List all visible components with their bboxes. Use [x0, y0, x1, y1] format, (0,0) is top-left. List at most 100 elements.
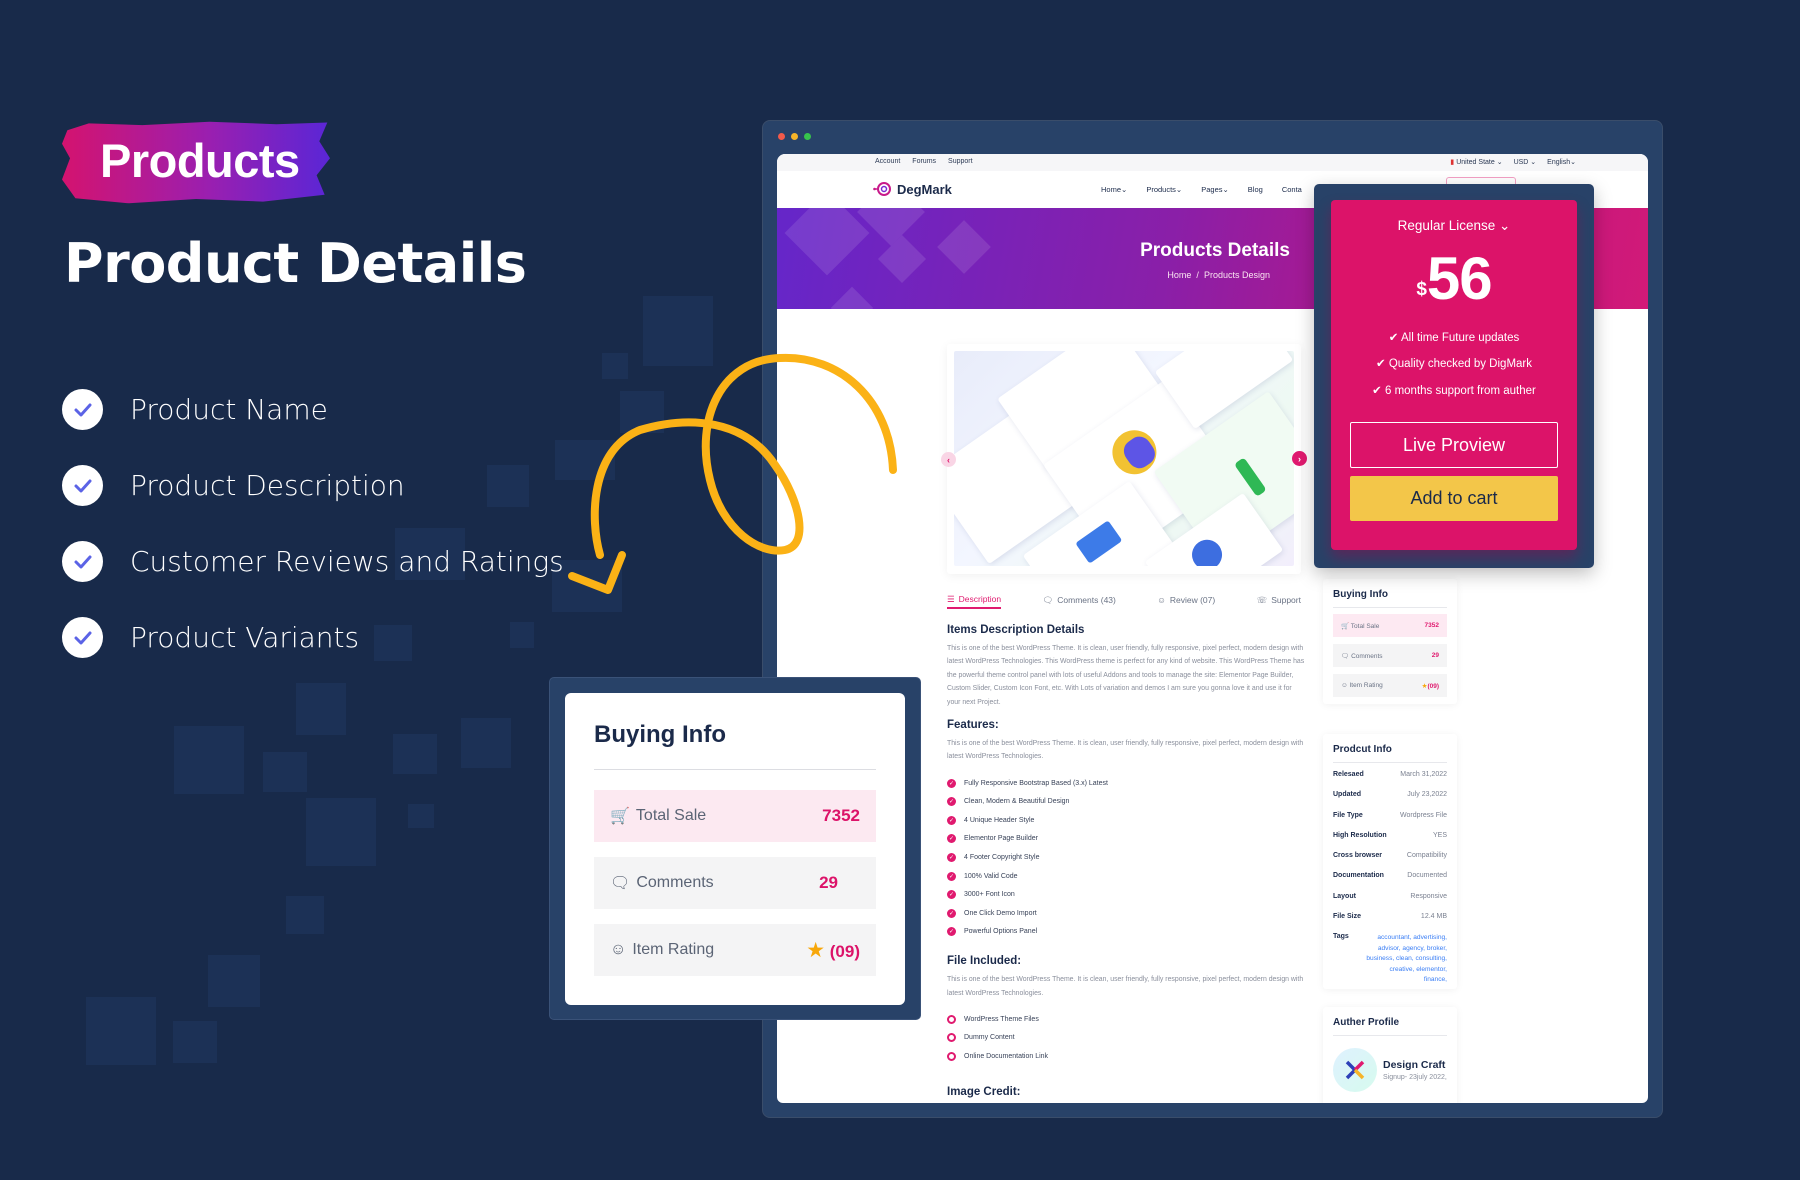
live-preview-button[interactable]: Live Proview	[1350, 422, 1558, 468]
decor-square	[408, 804, 434, 828]
breadcrumb-current: Products Design	[1203, 270, 1270, 280]
author-signup: Signup- 23july 2022,	[1383, 1074, 1447, 1081]
window-controls	[778, 133, 811, 140]
perk-item: ✔ All time Future updates	[1388, 332, 1520, 344]
tags-row: Tags accountant, advertising, advisor, a…	[1333, 933, 1447, 985]
tab-description[interactable]: ☰ Description	[947, 591, 1002, 609]
ring-bullet-icon	[947, 1014, 956, 1024]
file-item: Online Documentation Link	[947, 1047, 1307, 1066]
checklist-item: Product Name	[62, 389, 564, 430]
perk-item: ✔ 6 months support from auther	[1372, 384, 1536, 397]
logo-text: DegMark	[897, 181, 952, 197]
language-select[interactable]: English⌄	[1547, 158, 1576, 166]
rating-icon: ☺	[610, 941, 627, 958]
carousel-next-button[interactable]: ›	[1292, 451, 1307, 466]
buying-info-popup: Buying Info 🛒 Total Sale 7352 🗨 Comments 2…	[565, 693, 905, 1005]
decor-square	[286, 896, 324, 934]
author-name[interactable]: Design Craft	[1383, 1059, 1447, 1071]
author-logo-icon	[1345, 1060, 1365, 1080]
tab-support[interactable]: ☏ Support	[1257, 591, 1301, 609]
decor-square	[173, 1021, 217, 1063]
features-heading: Features:	[947, 719, 999, 732]
check-circle-icon: ✓	[947, 853, 956, 863]
decor-square	[174, 726, 244, 794]
info-row: Cross browser Compatibility	[1333, 852, 1447, 860]
description-text: This is one of the best WordPress Theme.…	[947, 645, 1305, 706]
sidebar-buying-info: Buying Info 🛒 Total Sale 7352 🗨 Comments…	[1323, 579, 1457, 704]
layers-icon: ☰	[947, 593, 955, 604]
sidebar-total-sale: 🛒 Total Sale 7352	[1333, 614, 1447, 637]
checklist-label: Product Name	[130, 393, 328, 426]
comments-row: 🗨 Comments 29	[594, 857, 876, 909]
files-list: WordPress Theme Files Dummy Content Onli…	[947, 1010, 1307, 1066]
tag-links[interactable]: accountant, advertising, advisor, agency…	[1365, 933, 1447, 985]
pricing-perks: ✔ All time Future updates ✔ Quality chec…	[1331, 325, 1577, 404]
files-heading: File Included:	[947, 955, 1022, 968]
info-row: Updated July 23,2022	[1333, 791, 1447, 799]
check-circle-icon: ✓	[947, 890, 956, 900]
image-credit-heading: Image Credit:	[947, 1085, 1021, 1098]
check-circle-icon: ✓	[947, 908, 956, 918]
decor-square	[306, 798, 376, 866]
topbar-link-support[interactable]: Support	[948, 158, 973, 165]
info-row: File Type Wordpress File	[1333, 811, 1447, 819]
nav-item-contact[interactable]: Conta	[1282, 185, 1302, 194]
file-item: WordPress Theme Files	[947, 1010, 1307, 1029]
nav-item-home[interactable]: Home⌄	[1101, 185, 1127, 194]
tab-comments[interactable]: 🗨 Comments (43)	[1042, 591, 1115, 609]
user-rating-icon: ☺	[1157, 595, 1166, 605]
nav-item-pages[interactable]: Pages⌄	[1201, 185, 1229, 194]
price: $56	[1331, 244, 1577, 313]
country-select[interactable]: ▮ United State ⌄	[1450, 158, 1502, 166]
topbar-link-account[interactable]: Account	[875, 158, 900, 165]
check-icon: ✔	[1375, 358, 1386, 371]
description-heading: Items Description Details	[947, 624, 1085, 636]
decor-square	[208, 955, 260, 1007]
check-icon: ✔	[1388, 332, 1399, 344]
topbar-link-forums[interactable]: Forums	[912, 158, 936, 165]
us-flag-icon: ▮	[1450, 159, 1455, 166]
description-content: Items Description Details This is one of…	[947, 624, 1307, 1103]
info-row: Relesaed March 31,2022	[1333, 771, 1447, 778]
carousel-prev-button[interactable]: ‹	[941, 452, 956, 467]
checklist-label: Product Description	[130, 469, 405, 502]
license-select[interactable]: Regular License ⌄	[1331, 218, 1577, 234]
currency-select[interactable]: USD ⌄	[1514, 158, 1537, 166]
check-icon: ✔	[1372, 384, 1382, 397]
rating-icon: ☺	[1341, 682, 1348, 689]
feature-item: ✓ 4 Unique Header Style	[947, 815, 1035, 825]
price-amount: 56	[1426, 245, 1493, 312]
tab-review[interactable]: ☺ Review (07)	[1157, 591, 1215, 609]
check-circle-icon: ✓	[947, 815, 956, 825]
banner-diamond	[937, 220, 991, 274]
banner-diamond	[784, 208, 870, 276]
feature-item: ✓ 3000+ Font Icon	[947, 890, 1015, 900]
avatar[interactable]	[1333, 1048, 1377, 1092]
chevron-down-icon: ⌄	[1499, 218, 1511, 233]
features-list: ✓ Fully Responsive Bootstrap Based (3.x) …	[947, 774, 1307, 941]
sidebar-product-info: Prodcut Info Relesaed March 31,2022 Updat…	[1323, 734, 1457, 989]
products-badge-label: Products	[100, 134, 300, 187]
feature-item: ✓ Clean, Modern & Beautiful Design	[947, 797, 1070, 807]
checklist-label: Customer Reviews and Ratings	[130, 545, 564, 578]
sidebar-buying-title: Buying Info	[1333, 589, 1447, 608]
maximize-dot-icon[interactable]	[804, 133, 811, 140]
close-dot-icon[interactable]	[778, 133, 785, 140]
check-circle-icon: ✓	[947, 797, 956, 807]
nav-item-blog[interactable]: Blog	[1248, 185, 1263, 194]
product-tabs: ☰ Description 🗨 Comments (43) ☺ Review (…	[947, 591, 1301, 613]
check-circle-icon: ✓	[947, 778, 956, 788]
decor-square	[263, 752, 307, 792]
minimize-dot-icon[interactable]	[791, 133, 798, 140]
headset-icon: ☏	[1256, 594, 1268, 605]
breadcrumb-home[interactable]: Home	[1167, 270, 1191, 280]
ring-bullet-icon	[947, 1033, 956, 1043]
add-to-cart-button[interactable]: Add to cart	[1350, 476, 1558, 521]
site-logo[interactable]: DegMark	[873, 181, 952, 197]
logo-icon	[873, 182, 891, 196]
product-info-title: Prodcut Info	[1333, 744, 1447, 763]
curly-arrow-icon	[568, 353, 897, 594]
banner-diamond	[830, 286, 874, 309]
item-rating-value: (09)	[829, 941, 860, 961]
nav-item-products[interactable]: Products⌄	[1146, 185, 1182, 194]
